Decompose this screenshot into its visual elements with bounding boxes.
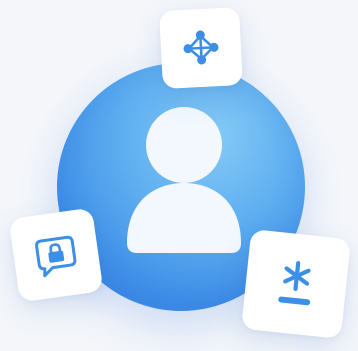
network-nodes-icon [183,30,219,65]
password-card [241,229,351,339]
lock-chat-bubble-icon [35,235,77,278]
security-illustration [0,0,358,351]
network-card [159,6,243,90]
password-asterisk-icon [278,261,311,306]
lock-card [8,207,104,303]
